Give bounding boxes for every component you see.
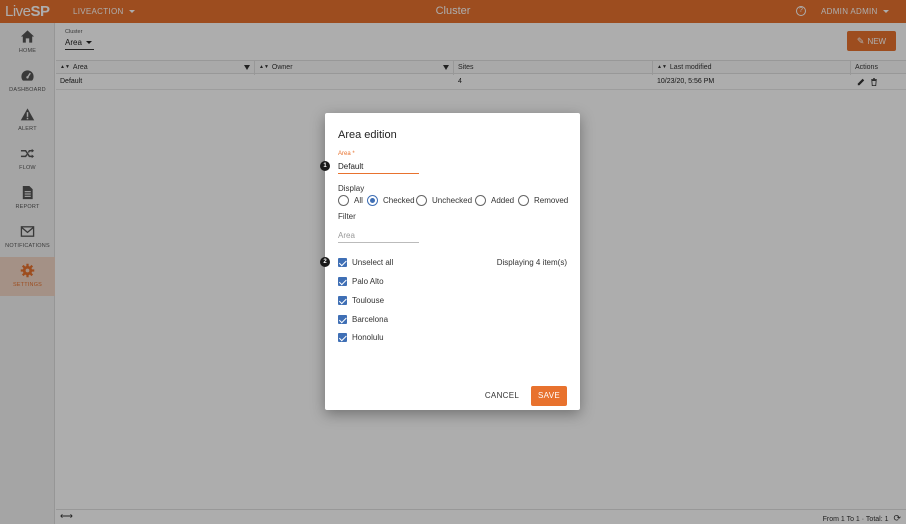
site-checkbox-barcelona[interactable] <box>338 315 347 324</box>
radio-unchecked[interactable] <box>416 195 427 206</box>
cancel-button[interactable]: CANCEL <box>483 386 521 406</box>
radio-checked[interactable] <box>367 195 378 206</box>
callout-marker-2: 2 <box>320 257 330 267</box>
site-checkbox-honolulu[interactable] <box>338 333 347 342</box>
area-name-input[interactable] <box>338 160 419 174</box>
dialog-title: Area edition <box>338 129 397 141</box>
area-filter-input[interactable] <box>338 229 419 243</box>
site-label[interactable]: Barcelona <box>352 315 388 324</box>
displaying-count: Displaying 4 item(s) <box>496 258 567 267</box>
filter-label: Filter <box>338 212 356 221</box>
site-checkbox-palo-alto[interactable] <box>338 277 347 286</box>
radio-label-added: Added <box>491 196 515 205</box>
callout-marker-1: 1 <box>320 161 330 171</box>
unselect-all-label[interactable]: Unselect all <box>352 258 393 267</box>
radio-label-all: All <box>354 196 363 205</box>
radio-label-checked: Checked <box>383 196 415 205</box>
display-label: Display <box>338 184 365 193</box>
radio-all[interactable] <box>338 195 349 206</box>
area-field-label: Area * <box>338 151 355 157</box>
radio-label-removed: Removed <box>534 196 569 205</box>
site-label[interactable]: Palo Alto <box>352 277 384 286</box>
site-label[interactable]: Honolulu <box>352 333 384 342</box>
radio-removed[interactable] <box>518 195 529 206</box>
radio-label-unchecked: Unchecked <box>432 196 473 205</box>
radio-added[interactable] <box>475 195 486 206</box>
site-label[interactable]: Toulouse <box>352 296 384 305</box>
save-button[interactable]: SAVE <box>531 386 567 406</box>
area-edition-dialog: Area edition Area * Display All Checked … <box>325 113 580 410</box>
site-checkbox-toulouse[interactable] <box>338 296 347 305</box>
unselect-all-checkbox[interactable] <box>338 258 347 267</box>
